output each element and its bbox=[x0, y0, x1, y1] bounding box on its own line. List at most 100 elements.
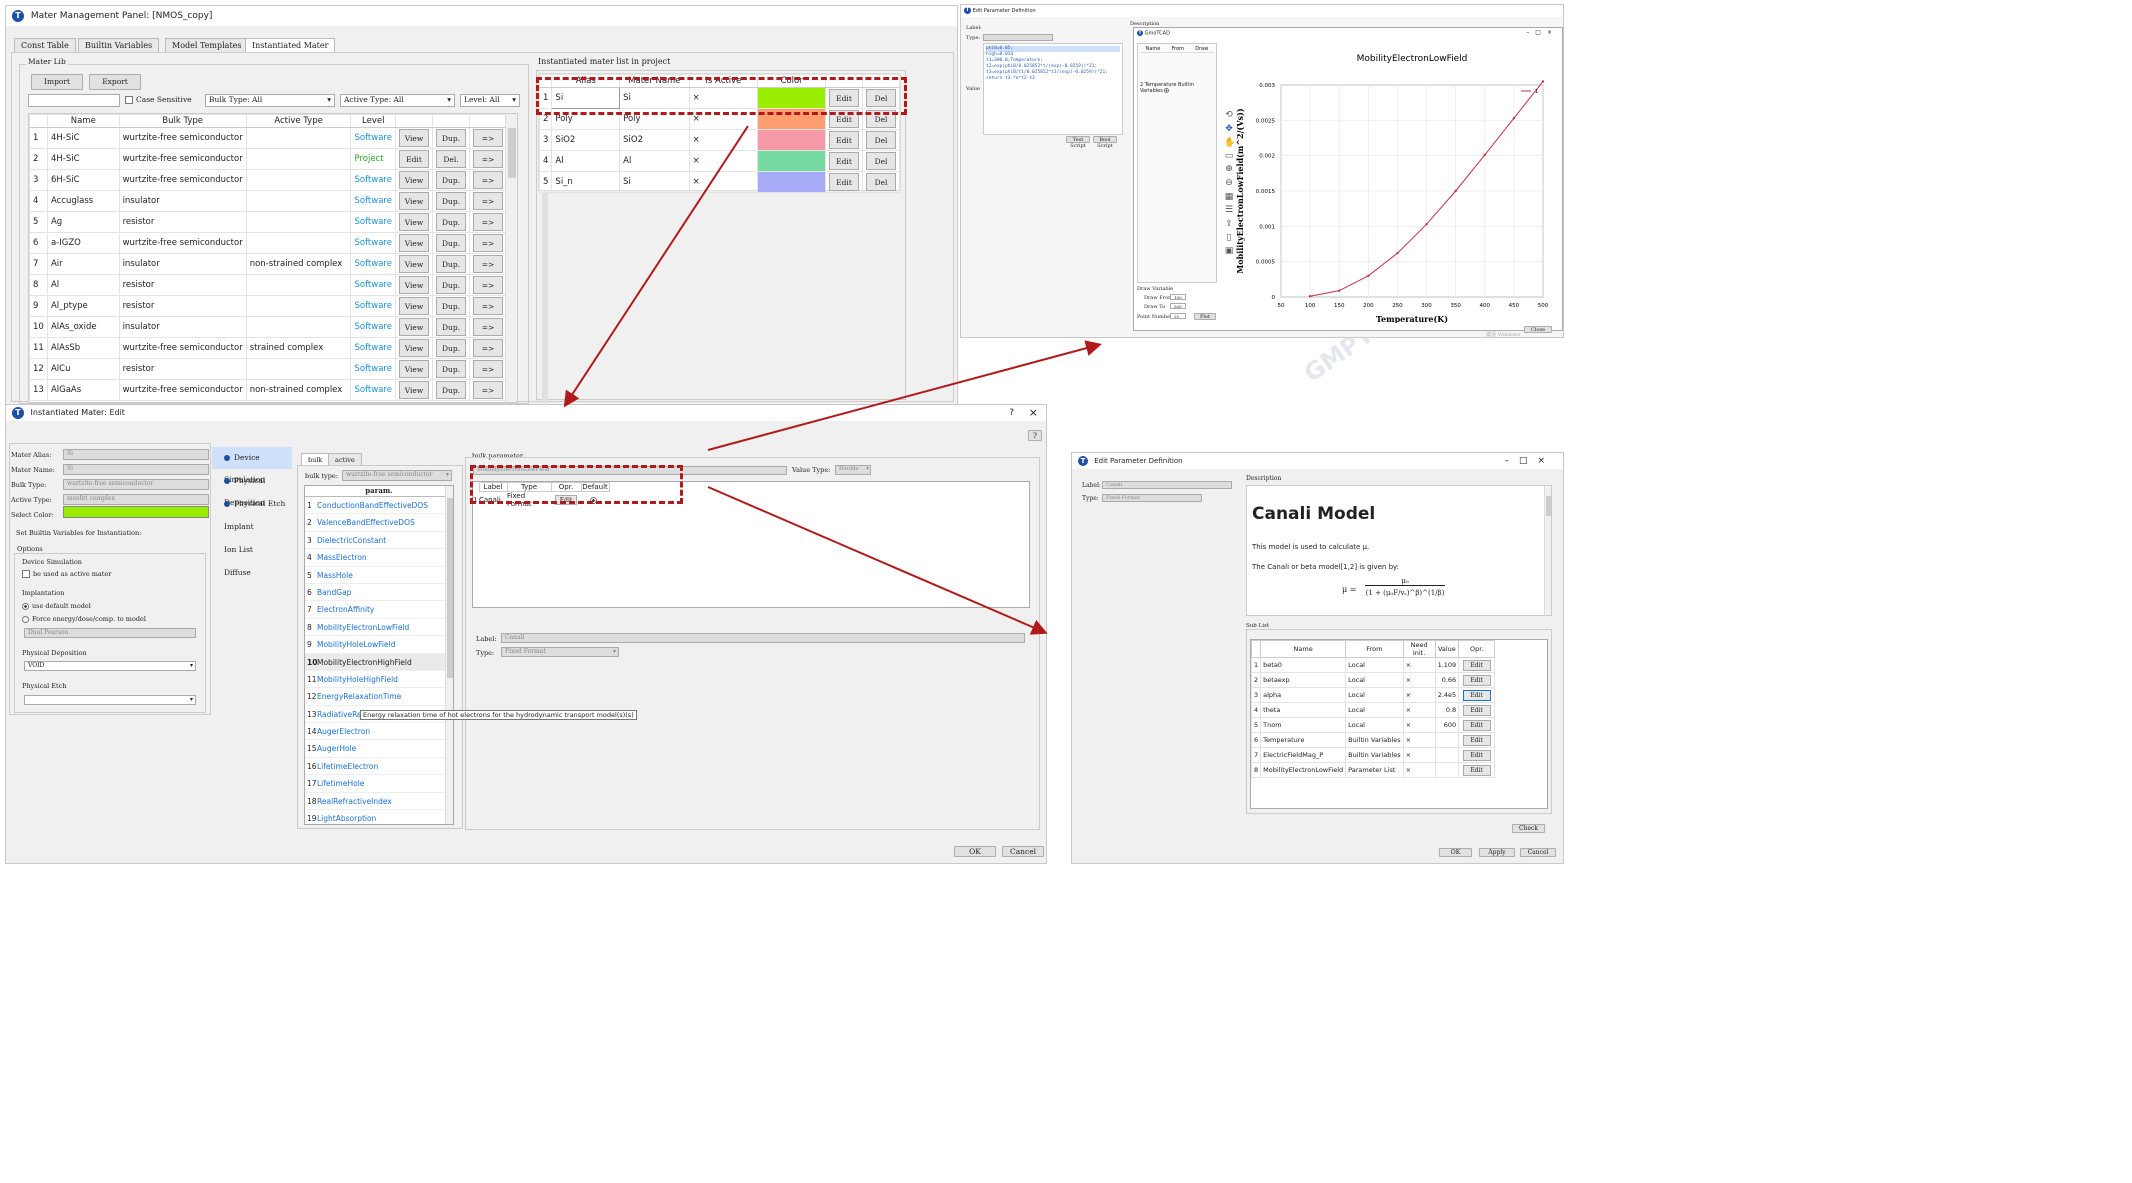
ok-button[interactable]: OK bbox=[1439, 848, 1472, 857]
sub-list-row[interactable]: 4 theta Local × 0.8 Edit bbox=[1250, 702, 1496, 718]
row-color[interactable] bbox=[757, 150, 826, 172]
cancel-button[interactable]: Cancel bbox=[1520, 848, 1556, 857]
del-button[interactable]: Del bbox=[866, 152, 896, 170]
edit-button[interactable]: Edit bbox=[1462, 734, 1491, 746]
dup-button[interactable]: Dup. bbox=[436, 192, 466, 210]
var-row[interactable]: 2 Temperature Builtin Variables bbox=[1140, 82, 1216, 94]
hand-icon[interactable]: ✋ bbox=[1224, 138, 1235, 148]
table-row[interactable]: 9 Al_ptype resistor Software View Dup. => bbox=[29, 295, 507, 317]
scroll-thumb[interactable] bbox=[447, 498, 453, 678]
field-value[interactable]: mosfet complex bbox=[63, 494, 209, 505]
edit-button[interactable]: Edit bbox=[1462, 749, 1491, 761]
row-color[interactable] bbox=[757, 171, 826, 193]
table-row[interactable]: 6 a-IGZO wurtzite-free semiconductor Softwa… bbox=[29, 232, 507, 254]
sidebar-item[interactable]: Implant bbox=[212, 516, 292, 538]
case-sensitive-checkbox[interactable]: Case Sensitive bbox=[125, 95, 192, 104]
table-row[interactable]: 12 AlCu resistor Software View Dup. => bbox=[29, 358, 507, 380]
dup-button[interactable]: Dup. bbox=[436, 213, 466, 231]
param-item[interactable]: 18RealRefractiveIndex bbox=[305, 793, 453, 811]
table-icon[interactable]: ☰ bbox=[1224, 205, 1234, 215]
row-is-active[interactable]: × bbox=[688, 171, 759, 193]
row-need-init[interactable]: × bbox=[1402, 672, 1436, 688]
type-select[interactable] bbox=[983, 34, 1053, 41]
edit-button[interactable]: Edit bbox=[829, 131, 859, 149]
move-button[interactable]: => bbox=[473, 129, 503, 147]
row-need-init[interactable]: × bbox=[1402, 762, 1436, 778]
tab-const-table[interactable]: Const Table bbox=[14, 38, 76, 52]
del-button[interactable]: Del bbox=[866, 173, 896, 191]
row-alias[interactable]: Si_n bbox=[551, 171, 621, 193]
sidebar-item[interactable]: Diffuse bbox=[212, 562, 292, 584]
view-button[interactable]: View bbox=[399, 255, 429, 273]
row-need-init[interactable]: × bbox=[1402, 687, 1436, 703]
field-value[interactable]: wurtzite-free semiconductor bbox=[63, 479, 209, 490]
page-icon[interactable]: ▯ bbox=[1224, 233, 1234, 243]
sidebar-item[interactable]: Physical Deposition bbox=[212, 470, 292, 507]
inst-row[interactable]: 5 Si_n Si × Edit Del bbox=[538, 171, 900, 193]
view-button[interactable]: View bbox=[399, 339, 429, 357]
search-input[interactable] bbox=[28, 94, 120, 107]
row-value[interactable]: 1.109 bbox=[1434, 657, 1460, 673]
move-button[interactable]: => bbox=[473, 150, 503, 168]
help-icon[interactable]: ? bbox=[1009, 405, 1014, 421]
desc-scrollbar[interactable] bbox=[1544, 486, 1551, 615]
tab-bulk[interactable]: bulk bbox=[301, 453, 330, 465]
sub-list-row[interactable]: 6 Temperature Builtin Variables × Edit bbox=[1250, 732, 1496, 748]
param-item[interactable]: 7 ElectronAffinity bbox=[305, 601, 453, 619]
table-row[interactable]: 5 Ag resistor Software View Dup. => bbox=[29, 211, 507, 233]
window-controls[interactable]: –□× bbox=[1526, 29, 1558, 36]
dup-button[interactable]: Dup. bbox=[436, 129, 466, 147]
ok-button[interactable]: OK bbox=[954, 846, 996, 857]
move-button[interactable]: => bbox=[473, 381, 503, 399]
tab-builtin-variables[interactable]: Builtin Variables bbox=[78, 38, 160, 52]
value-type-select[interactable]: Double ▾ bbox=[835, 465, 871, 475]
view-button[interactable]: View bbox=[399, 129, 429, 147]
param-item[interactable]: 19LightAbsorption bbox=[305, 810, 453, 824]
field-value[interactable]: Si bbox=[63, 464, 209, 475]
move-button[interactable]: => bbox=[473, 171, 503, 189]
param-item[interactable]: 16LifetimeElectron bbox=[305, 758, 453, 776]
phys-dep-select[interactable]: VOID ▾ bbox=[24, 661, 196, 671]
param-item[interactable]: 10MobilityElectronHighField bbox=[305, 653, 453, 671]
edit-button[interactable]: Edit bbox=[829, 173, 859, 191]
sub-list-row[interactable]: 3 alpha Local × 2.4e5 Edit bbox=[1250, 687, 1496, 703]
col-name[interactable]: Name bbox=[46, 114, 120, 128]
dual-pearson-select[interactable]: Dual Pearson bbox=[24, 628, 196, 638]
apply-button[interactable]: Apply bbox=[1479, 848, 1515, 857]
edit-button[interactable]: Edit bbox=[829, 152, 859, 170]
table-row[interactable]: 1 4H-SiC wurtzite-free semiconductor Softwa… bbox=[29, 127, 507, 149]
sub-list-row[interactable]: 8 MobilityElectronLowField Parameter List ×… bbox=[1250, 762, 1496, 778]
tab-instantiated-mater[interactable]: Instantiated Mater bbox=[245, 38, 336, 52]
inst-row[interactable]: 4 Al Al × Edit Del bbox=[538, 150, 900, 172]
move-button[interactable]: => bbox=[473, 318, 503, 336]
label-field[interactable]: Canali bbox=[1102, 481, 1232, 489]
force-radio[interactable]: Force energy/dose/comp. to model bbox=[22, 615, 146, 623]
param-item[interactable]: 9 MobilityHoleLowField bbox=[305, 636, 453, 654]
inst-row[interactable]: 3 SiO2 SiO2 × Edit Del bbox=[538, 129, 900, 151]
table-row[interactable]: 3 6H-SiC wurtzite-free semiconductor Softwa… bbox=[29, 169, 507, 191]
row-alias[interactable]: Al bbox=[551, 150, 621, 172]
param-item[interactable]: 3 DielectricConstant bbox=[305, 532, 453, 550]
import-button[interactable]: Import bbox=[31, 74, 83, 90]
table-row[interactable]: 8 Al resistor Software View Dup. => bbox=[29, 274, 507, 296]
table-row[interactable]: 10 AlAs_oxide insulator Software View Dup. => bbox=[29, 316, 507, 338]
param-item[interactable]: 1 ConductionBandEffectiveDOS bbox=[305, 497, 453, 515]
edit-button[interactable]: Edit bbox=[1462, 674, 1491, 686]
param-scrollbar[interactable] bbox=[445, 486, 453, 824]
check-button[interactable]: Check bbox=[1512, 824, 1545, 833]
row-value[interactable]: 0.8 bbox=[1434, 702, 1460, 718]
move-button[interactable]: => bbox=[473, 276, 503, 294]
param-item[interactable]: 4 MassElectron bbox=[305, 549, 453, 567]
row-value[interactable] bbox=[1434, 732, 1460, 748]
row-value[interactable]: 2.4e5 bbox=[1434, 687, 1460, 703]
param-item[interactable]: 15AugerHole bbox=[305, 740, 453, 758]
param-item[interactable]: 11MobilityHoleHighField bbox=[305, 671, 453, 689]
row-alias[interactable]: SiO2 bbox=[551, 129, 621, 151]
dup-button[interactable]: Dup. bbox=[436, 339, 466, 357]
dup-button[interactable]: Dup. bbox=[436, 381, 466, 399]
param-item[interactable]: 17LifetimeHole bbox=[305, 775, 453, 793]
field-value[interactable]: Si bbox=[63, 449, 209, 460]
param-item[interactable]: 12EnergyRelaxationTime bbox=[305, 688, 453, 706]
level-select[interactable]: Level: All ▾ bbox=[460, 94, 520, 107]
close-button[interactable]: Close bbox=[1524, 326, 1552, 333]
